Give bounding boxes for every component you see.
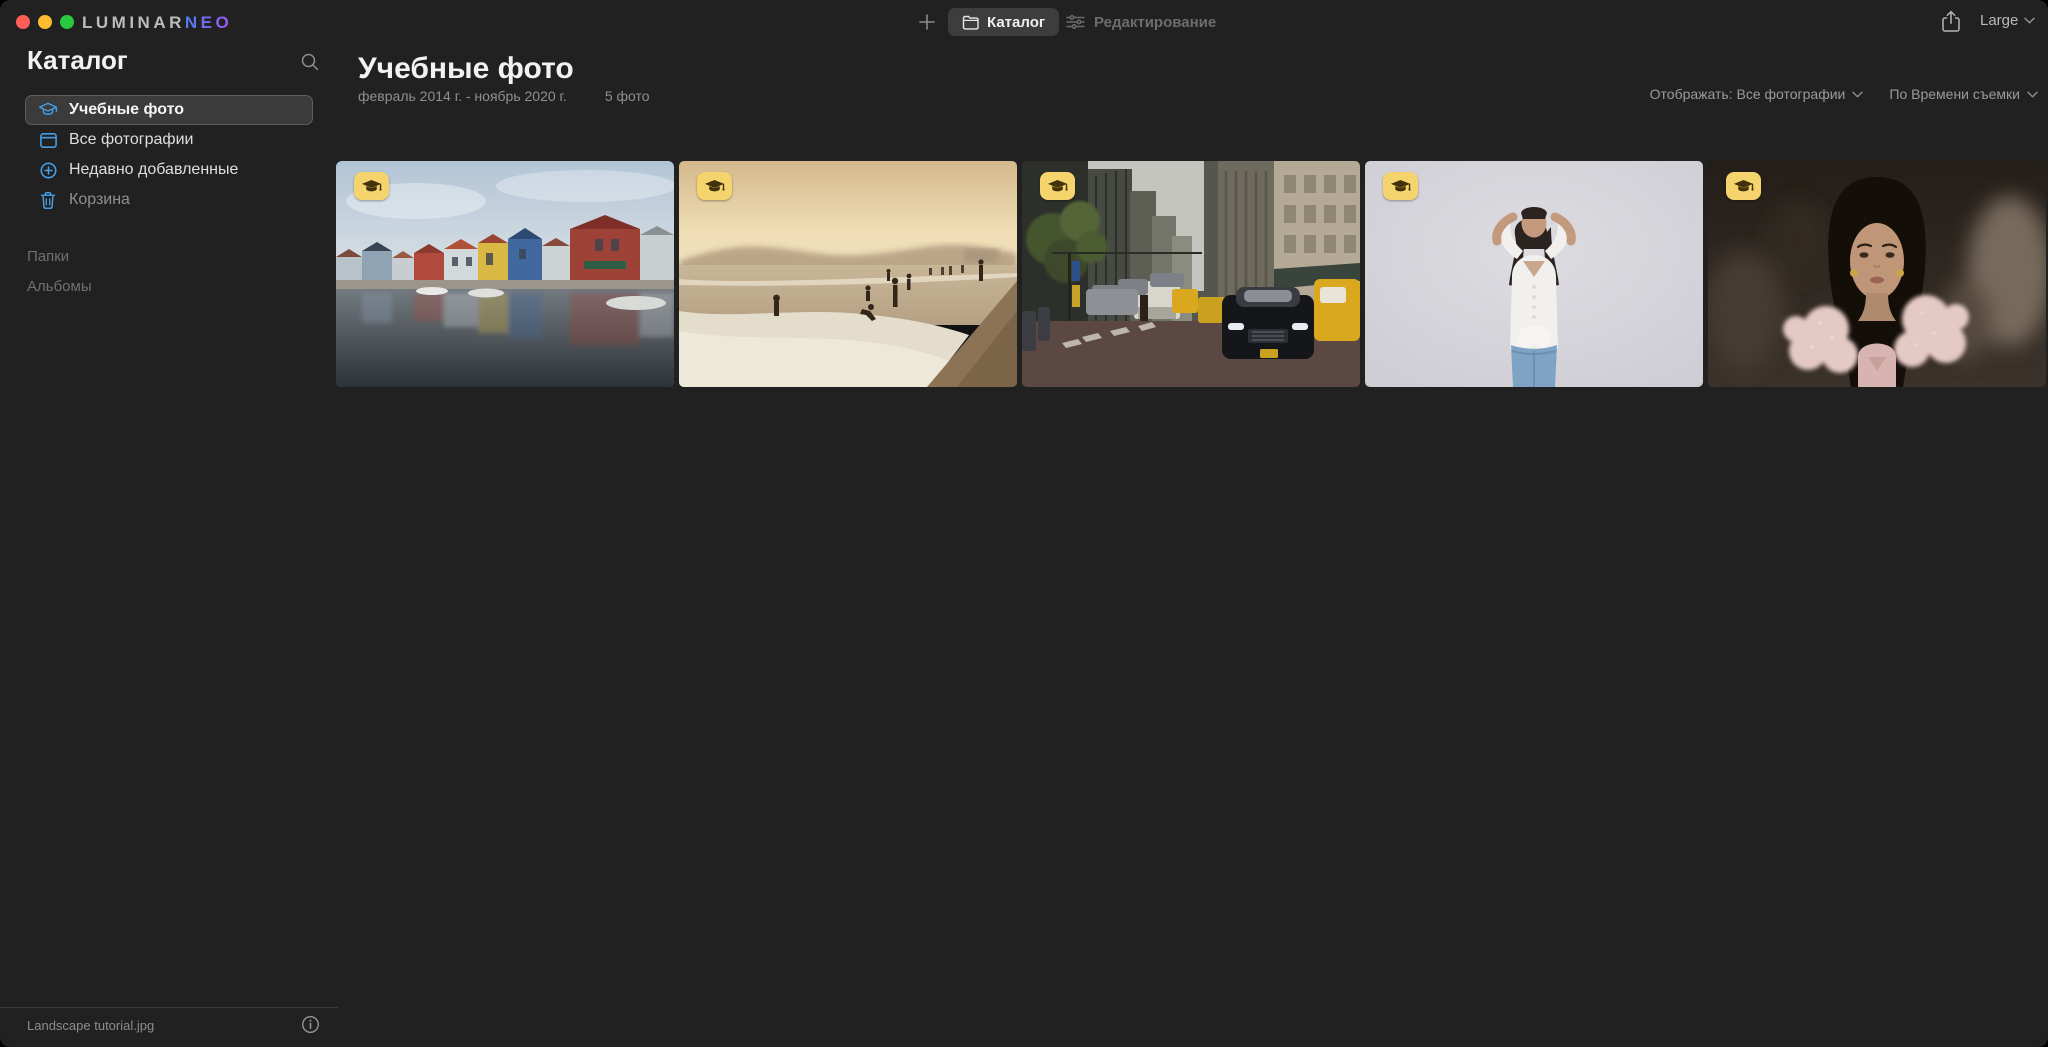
tutorial-badge	[697, 172, 732, 200]
search-button[interactable]	[300, 52, 320, 72]
chevron-down-icon	[2027, 91, 2038, 98]
collection-meta: февраль 2014 г. - ноябрь 2020 г. 5 фото	[358, 88, 650, 104]
date-range: февраль 2014 г. - ноябрь 2020 г.	[358, 88, 567, 104]
sidebar-item-recently-added[interactable]: Недавно добавленные	[25, 155, 313, 185]
photo-thumbnail-1[interactable]	[336, 161, 674, 387]
sidebar-title: Каталог	[27, 45, 128, 76]
folder-icon	[962, 15, 979, 30]
tutorial-badge	[1383, 172, 1418, 200]
sidebar-footer-divider	[0, 1007, 338, 1008]
sidebar-section-albums[interactable]: Альбомы	[27, 278, 92, 295]
tutorial-badge	[354, 172, 389, 200]
info-button[interactable]	[301, 1015, 320, 1034]
sidebar-item-label: Все фотографии	[69, 131, 193, 149]
photo-count: 5 фото	[605, 88, 650, 104]
chevron-down-icon	[1852, 91, 1863, 98]
share-icon	[1940, 10, 1962, 34]
sort-label: По Времени съемки	[1889, 86, 2020, 102]
tab-catalog[interactable]: Каталог	[948, 8, 1059, 36]
plus-circle-icon	[38, 160, 58, 180]
sidebar-item-label: Корзина	[69, 191, 130, 209]
add-tab-button[interactable]	[916, 11, 938, 33]
sidebar-item-tutorial-photos[interactable]: Учебные фото	[25, 95, 313, 125]
sidebar-item-label: Недавно добавленные	[69, 161, 238, 179]
sidebar-item-all-photos[interactable]: Все фотографии	[25, 125, 313, 155]
plus-icon	[918, 13, 936, 31]
sidebar-nav: Учебные фото Все фотографии Недавно доба…	[0, 95, 338, 215]
thumbnail-size-dropdown[interactable]: Large	[1980, 12, 2035, 29]
tutorial-badge	[1726, 172, 1761, 200]
search-icon	[300, 52, 320, 72]
sliders-icon	[1066, 14, 1085, 30]
current-filename: Landscape tutorial.jpg	[27, 1018, 154, 1033]
thumbnail-size-value: Large	[1980, 12, 2018, 29]
chevron-down-icon	[2024, 17, 2035, 24]
sidebar-item-label: Учебные фото	[69, 101, 184, 119]
sidebar: Каталог Учебные фото Все фотографии	[0, 0, 338, 1047]
graduation-cap-icon	[1733, 176, 1754, 197]
graduation-cap-icon	[1390, 176, 1411, 197]
photo-grid	[336, 161, 2048, 387]
trash-icon	[38, 190, 58, 210]
tutorial-badge	[1040, 172, 1075, 200]
graduation-cap-icon	[704, 176, 725, 197]
photo-thumbnail-5[interactable]	[1708, 161, 2046, 387]
tab-catalog-label: Каталог	[987, 14, 1045, 31]
luminar-neo-window: LUMINARNEO Каталог Редактирование Large …	[0, 0, 2048, 1047]
photo-thumbnail-4[interactable]	[1365, 161, 1703, 387]
tab-edit-label: Редактирование	[1094, 14, 1216, 31]
show-filter-dropdown[interactable]: Отображать: Все фотографии	[1650, 86, 1864, 102]
page-title: Учебные фото	[358, 52, 574, 86]
info-icon	[301, 1015, 320, 1034]
graduation-cap-icon	[1047, 176, 1068, 197]
sidebar-section-folders[interactable]: Папки	[27, 248, 92, 265]
show-filter-label: Отображать: Все фотографии	[1650, 86, 1846, 102]
sort-dropdown[interactable]: По Времени съемки	[1889, 86, 2038, 102]
sidebar-sections: Папки Альбомы	[27, 248, 92, 308]
graduation-cap-icon	[38, 100, 58, 120]
graduation-cap-icon	[361, 176, 382, 197]
sidebar-item-trash[interactable]: Корзина	[25, 185, 313, 215]
photos-icon	[38, 130, 58, 150]
photo-thumbnail-3[interactable]	[1022, 161, 1360, 387]
photo-thumbnail-2[interactable]	[679, 161, 1017, 387]
filter-bar: Отображать: Все фотографии По Времени съ…	[1650, 86, 2038, 102]
tab-edit[interactable]: Редактирование	[1066, 8, 1216, 36]
share-button[interactable]	[1940, 10, 1964, 34]
